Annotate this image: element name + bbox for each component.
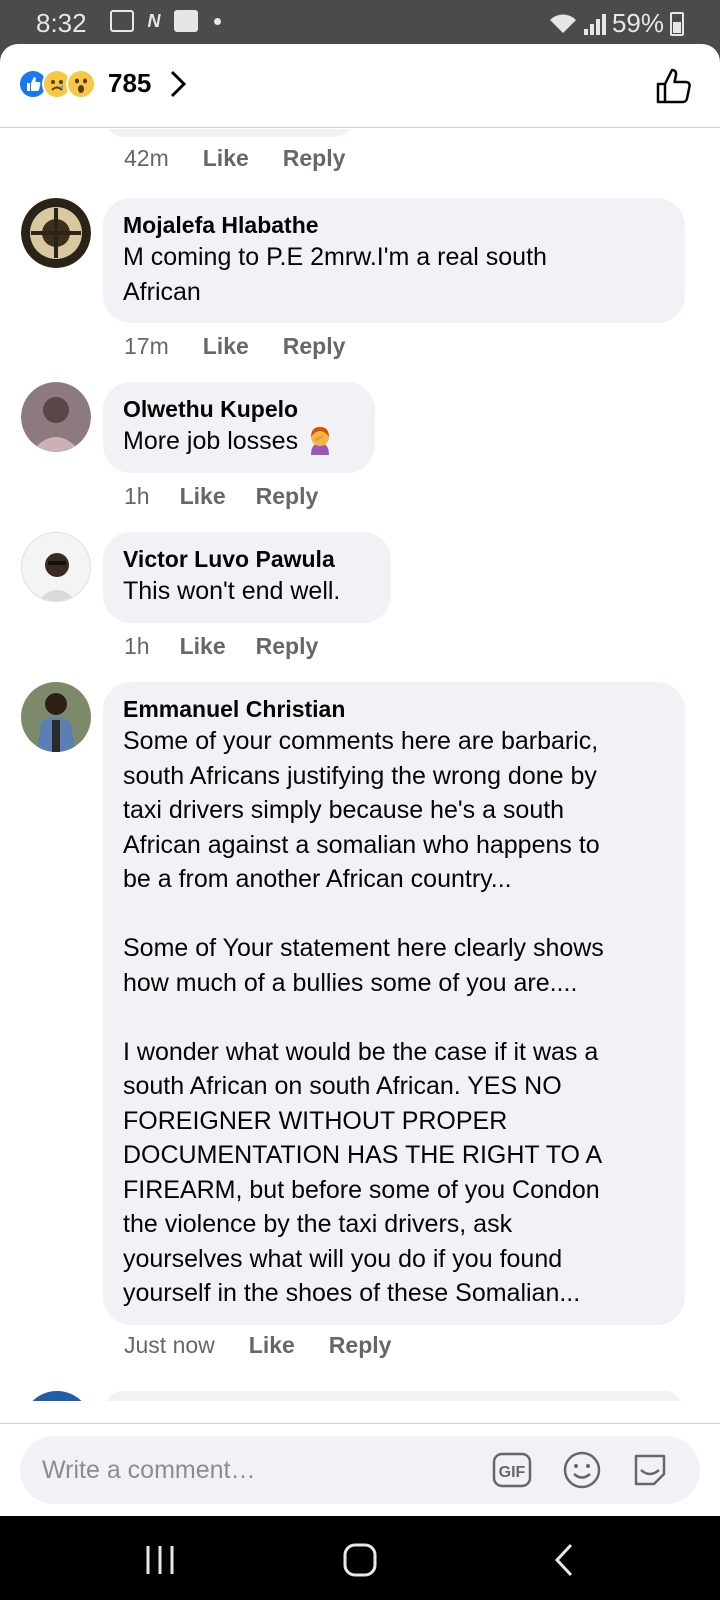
netflix-notification-icon: N [147, 11, 161, 31]
signal-icon [583, 13, 606, 35]
chevron-right-icon [171, 70, 187, 97]
comment-author[interactable]: Olwethu Kupelo [123, 394, 355, 424]
emoji-icon[interactable] [562, 1450, 602, 1490]
like-link[interactable]: Like [203, 333, 249, 360]
previous-comment-actions: 42m Like Reply [124, 145, 345, 172]
comment-bubble[interactable]: Emmanuel Christian Some of your comments… [103, 682, 685, 1325]
status-right: 59% [548, 8, 684, 39]
like-link[interactable]: Like [180, 633, 226, 660]
comment-text: This won't end well. [123, 577, 341, 605]
wifi-icon [549, 13, 576, 33]
like-link[interactable]: Like [203, 145, 249, 172]
status-bar: 8:32 N 59% [0, 0, 720, 44]
facebook-notification-icon [174, 10, 198, 32]
gif-icon[interactable]: GIF [492, 1450, 532, 1490]
comments-sheet: 785 42m Like Reply Mojalefa Hlabathe M c… [0, 44, 720, 1516]
comment-bubble[interactable]: Olwethu Kupelo More job losses [103, 382, 375, 473]
reply-link[interactable]: Reply [329, 1332, 392, 1359]
avatar[interactable] [21, 682, 91, 752]
reply-link[interactable]: Reply [256, 633, 319, 660]
wow-reaction-icon [66, 68, 96, 99]
comment-text: M coming to P.E 2mrw.I'm a real south Af… [123, 243, 547, 306]
comment-actions: 1h Like Reply [124, 633, 318, 660]
status-time: 8:32 [36, 8, 87, 38]
comments-list: 42m Like Reply Mojalefa Hlabathe M comin… [0, 129, 720, 1401]
reactions-header: 785 [0, 44, 720, 128]
comment-input-placeholder: Write a comment… [42, 1456, 256, 1484]
comment-time: 17m [124, 333, 169, 359]
like-link[interactable]: Like [249, 1332, 295, 1359]
comment-actions: Just now Like Reply [124, 1332, 391, 1359]
gallery-notification-icon [110, 10, 134, 32]
comment-time: 42m [124, 145, 169, 171]
comment-author[interactable]: Victor Luvo Pawula [123, 544, 371, 574]
comment-text: More job losses [123, 424, 355, 459]
next-comment-bubble [104, 1391, 684, 1401]
avatar[interactable] [21, 198, 91, 268]
battery-percent: 59% [611, 8, 664, 38]
comment-time: Just now [124, 1332, 215, 1358]
svg-text:GIF: GIF [499, 1464, 526, 1481]
comment-author[interactable]: Mojalefa Hlabathe [123, 210, 665, 240]
notification-icons: N [110, 10, 221, 32]
comment-bubble[interactable]: Victor Luvo Pawula This won't end well. [103, 532, 391, 623]
comment-composer: Write a comment… GIF [0, 1423, 720, 1516]
back-icon[interactable] [545, 1540, 585, 1580]
sticker-icon[interactable] [630, 1450, 670, 1490]
comment-bubble[interactable]: Mojalefa Hlabathe M coming to P.E 2mrw.I… [103, 198, 685, 323]
avatar[interactable] [21, 382, 91, 452]
comment-actions: 1h Like Reply [124, 483, 318, 510]
reply-link[interactable]: Reply [256, 483, 319, 510]
comment-time: 1h [124, 633, 150, 659]
previous-comment-bubble [104, 129, 354, 137]
reply-link[interactable]: Reply [283, 333, 346, 360]
comment-input[interactable]: Write a comment… GIF [20, 1436, 700, 1504]
comment-author[interactable]: Emmanuel Christian [123, 694, 665, 724]
like-link[interactable]: Like [180, 483, 226, 510]
more-notifications-icon [214, 17, 221, 25]
recent-apps-icon[interactable] [140, 1540, 180, 1580]
battery-icon [670, 11, 684, 36]
comment-time: 1h [124, 483, 150, 509]
comment-actions: 17m Like Reply [124, 333, 345, 360]
comment-text: Some of your comments here are barbaric,… [123, 727, 604, 1307]
reactions-summary[interactable]: 785 [18, 68, 187, 99]
avatar[interactable] [21, 532, 91, 602]
home-icon[interactable] [340, 1540, 380, 1580]
system-nav-bar [0, 1516, 720, 1600]
next-comment-avatar[interactable] [22, 1391, 92, 1401]
facepalm-emoji-icon [311, 427, 330, 455]
thumbs-up-outline-icon[interactable] [654, 66, 694, 106]
reaction-count: 785 [108, 68, 152, 98]
reply-link[interactable]: Reply [283, 145, 346, 172]
